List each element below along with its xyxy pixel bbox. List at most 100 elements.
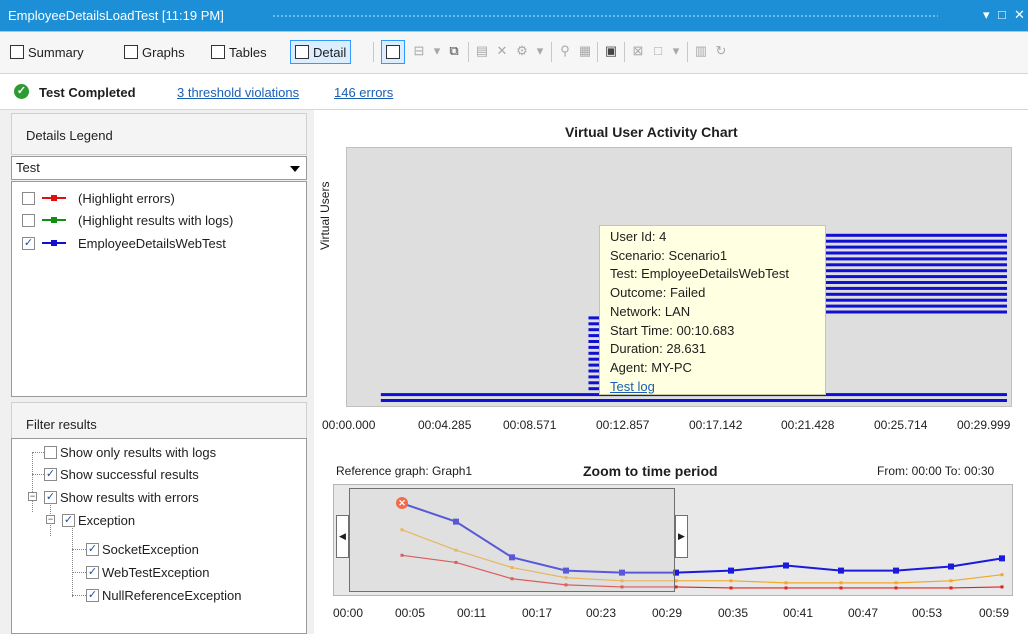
- zoom-right-handle[interactable]: ▶: [675, 515, 688, 558]
- zoom-series-point: [894, 581, 898, 585]
- legend-list: (Highlight errors) (Highlight results wi…: [11, 181, 307, 397]
- legend-item[interactable]: (Highlight errors): [22, 189, 175, 207]
- dropdown-icon[interactable]: ▾: [983, 7, 990, 23]
- tree-line: [72, 595, 86, 596]
- filter-checkbox[interactable]: ✓: [86, 542, 99, 556]
- red-line-icon: [42, 192, 66, 204]
- activity-y-label: Virtual Users: [318, 181, 332, 250]
- errors-link[interactable]: 146 errors: [334, 85, 393, 100]
- legend-filter-select[interactable]: Test: [11, 156, 307, 180]
- zoom-series-point: [949, 586, 953, 590]
- user-activity-bar[interactable]: [820, 298, 1007, 302]
- detail-icon: [295, 45, 309, 59]
- zoom-series-point: [729, 579, 733, 583]
- user-activity-bar[interactable]: [820, 281, 1007, 284]
- filter-label: WebTestException: [102, 564, 210, 580]
- tooltip-line: Start Time: 00:10.683: [610, 322, 735, 338]
- filter-item[interactable]: ✓ Exception: [62, 511, 135, 529]
- settings-dropdown-icon[interactable]: ▾: [533, 44, 547, 58]
- zoom-series-point: [838, 567, 844, 574]
- graphs-button[interactable]: Graphs: [120, 40, 189, 64]
- layout-dropdown-icon[interactable]: ▾: [430, 44, 444, 58]
- filter-tree: Show only results with logs ✓ Show succe…: [11, 438, 307, 634]
- report-icon[interactable]: ▣: [604, 44, 618, 58]
- threshold-violations-link[interactable]: 3 threshold violations: [177, 85, 299, 100]
- legend-label: (Highlight results with logs): [78, 212, 234, 228]
- filter-item[interactable]: Show only results with logs: [44, 443, 216, 461]
- settings-icon[interactable]: ⚙: [515, 44, 529, 58]
- user-activity-bar[interactable]: [820, 245, 1007, 249]
- filter-item[interactable]: ✓ Show successful results: [44, 465, 199, 483]
- test-log-link[interactable]: Test log: [610, 378, 825, 397]
- filter-item[interactable]: ✓ WebTestException: [86, 563, 209, 581]
- filter-item[interactable]: ✓ SocketException: [86, 540, 199, 558]
- detail-button[interactable]: Detail: [290, 40, 352, 64]
- user-activity-bar[interactable]: [820, 304, 1007, 308]
- zoom-series-point: [728, 567, 734, 574]
- status-bar: ✓ Test Completed 3 threshold violations …: [0, 74, 1028, 110]
- user-activity-bar[interactable]: [820, 239, 1007, 243]
- grid-icon[interactable]: ▦: [578, 44, 592, 58]
- legend-checkbox[interactable]: [22, 191, 35, 205]
- user-activity-bar[interactable]: [820, 286, 1007, 290]
- user-activity-bar[interactable]: [380, 399, 1008, 402]
- excel-icon[interactable]: ⊠: [631, 44, 645, 58]
- tables-button[interactable]: Tables: [207, 40, 271, 64]
- activity-chart-title: Virtual User Activity Chart: [565, 124, 738, 140]
- delete-icon[interactable]: ✕: [495, 44, 509, 58]
- filter-item[interactable]: ✓ NullReferenceException: [86, 586, 241, 604]
- legend-checkbox[interactable]: ✓: [22, 236, 35, 250]
- maximize-icon[interactable]: □: [998, 7, 1006, 22]
- tree-line: [32, 474, 44, 475]
- user-activity-bar[interactable]: [820, 269, 1007, 273]
- user-activity-bar[interactable]: [820, 310, 1007, 314]
- save-icon[interactable]: ▥: [694, 44, 708, 58]
- zoom-series-point: [1000, 573, 1004, 577]
- tooltip-line: User Id: 4: [610, 229, 667, 244]
- filter-item[interactable]: ✓ Show results with errors: [44, 488, 199, 506]
- zoom-series-point: [783, 562, 789, 569]
- summary-button[interactable]: Summary: [6, 40, 88, 64]
- title-bar: EmployeeDetailsLoadTest [11:19 PM] ▾ □ ✕: [0, 0, 1028, 32]
- chart-view-icon: [386, 45, 400, 59]
- activity-x-tick: 00:29.999: [957, 418, 1011, 432]
- user-activity-bar[interactable]: [820, 251, 1007, 255]
- user-activity-bar[interactable]: [820, 263, 1007, 267]
- legend-checkbox[interactable]: [22, 213, 35, 227]
- collapse-icon[interactable]: −: [46, 515, 55, 524]
- filter-checkbox[interactable]: ✓: [44, 467, 57, 481]
- reference-graph-label: Reference graph: Graph1: [336, 464, 473, 478]
- filter-checkbox[interactable]: ✓: [62, 513, 75, 527]
- filter-label: Show successful results: [60, 466, 199, 482]
- filter-checkbox[interactable]: ✓: [86, 588, 99, 602]
- refresh-icon[interactable]: ↻: [714, 44, 728, 58]
- copy-icon[interactable]: ⧉: [447, 44, 461, 58]
- chevron-down-icon: [290, 166, 300, 172]
- user-detail-tooltip: User Id: 4 Scenario: Scenario1 Test: Emp…: [599, 225, 826, 395]
- zoom-x-tick: 00:11: [457, 606, 487, 620]
- filter-checkbox[interactable]: ✓: [44, 490, 57, 504]
- tooltip-line: Network: LAN: [610, 303, 691, 319]
- chart-view-button[interactable]: [381, 40, 405, 64]
- tooltip-line: Scenario: Scenario1: [610, 247, 728, 263]
- window-icon[interactable]: □: [651, 44, 665, 58]
- close-icon[interactable]: ✕: [1014, 7, 1025, 23]
- filter-checkbox[interactable]: ✓: [86, 565, 99, 579]
- legend-item[interactable]: (Highlight results with logs): [22, 211, 233, 229]
- legend-item[interactable]: ✓ EmployeeDetailsWebTest: [22, 234, 226, 252]
- user-activity-bar[interactable]: [820, 292, 1007, 296]
- tables-label: Tables: [229, 44, 267, 60]
- export-icon[interactable]: ▤: [475, 44, 489, 58]
- window-dropdown-icon[interactable]: ▾: [669, 44, 683, 58]
- zoom-left-handle[interactable]: ◀: [336, 515, 349, 558]
- zoom-x-tick: 00:47: [848, 606, 879, 620]
- zoom-series-point: [784, 581, 788, 585]
- user-activity-bar[interactable]: [820, 275, 1007, 279]
- user-activity-bar[interactable]: [820, 257, 1007, 261]
- layout-icon[interactable]: ⊟: [412, 44, 426, 58]
- user-activity-bar[interactable]: [820, 233, 1007, 237]
- find-icon[interactable]: ⚲: [558, 44, 572, 58]
- detail-label: Detail: [313, 44, 347, 60]
- filter-checkbox[interactable]: [44, 445, 57, 459]
- collapse-icon[interactable]: −: [28, 492, 37, 501]
